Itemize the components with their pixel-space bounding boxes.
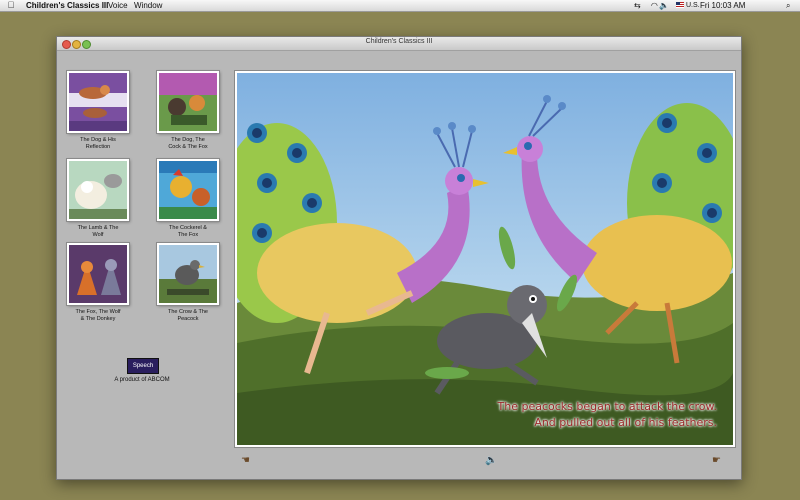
story-fox-wolf-donkey[interactable]: The Fox, The Wolf & The Donkey	[59, 243, 137, 323]
story-line-1: The peacocks began to attack the crow.	[497, 400, 717, 413]
previous-page-icon[interactable]: ☚	[241, 455, 250, 466]
menu-voice[interactable]: Voice	[108, 0, 128, 11]
story-label: The Fox, The Wolf & The Donkey	[75, 309, 121, 322]
volume-icon[interactable]: 🔈	[659, 0, 669, 11]
story-thumbnail[interactable]	[67, 243, 129, 305]
story-label: The Cockerel & The Fox	[169, 225, 207, 238]
next-page-icon[interactable]: ☛	[712, 455, 721, 466]
story-label: The Crow & The Peacock	[168, 309, 208, 322]
speech-logo: Speech	[127, 358, 159, 374]
story-thumbnail[interactable]	[67, 71, 129, 133]
illustration-artwork	[237, 73, 733, 445]
story-cockerel-fox[interactable]: The Cockerel & The Fox	[149, 159, 227, 239]
story-thumbnail[interactable]	[157, 71, 219, 133]
story-label: The Dog, The Cock & The Fox	[168, 137, 208, 150]
window-content: The Dog & His Reflection The Dog, The Co…	[57, 51, 741, 479]
locale-label[interactable]: U.S.	[686, 0, 700, 11]
story-line-2: And pulled out all of his feathers.	[534, 416, 717, 429]
apple-icon[interactable]: 	[6, 0, 16, 11]
story-dog-reflection[interactable]: The Dog & His Reflection	[59, 71, 137, 151]
title-bar[interactable]: Children's Classics III	[57, 37, 741, 51]
window-title: Children's Classics III	[365, 38, 433, 45]
story-label: The Dog & His Reflection	[80, 137, 116, 150]
clock[interactable]: Fri 10:03 AM	[700, 0, 745, 11]
menu-window[interactable]: Window	[134, 0, 162, 11]
status-icons[interactable]: ⇆ ◠	[634, 0, 662, 11]
spotlight-icon[interactable]: ⌕	[786, 0, 790, 11]
story-thumbnail[interactable]	[67, 159, 129, 221]
story-label: The Lamb & The Wolf	[77, 225, 119, 238]
story-thumbnail[interactable]	[157, 159, 219, 221]
story-crow-peacock[interactable]: The Crow & The Peacock	[149, 243, 227, 323]
story-lamb-wolf[interactable]: The Lamb & The Wolf	[59, 159, 137, 239]
app-window: Children's Classics III The Dog & His Re…	[56, 36, 742, 480]
us-flag-icon[interactable]	[676, 0, 684, 11]
sound-icon[interactable]: 🔈	[485, 455, 497, 466]
story-illustration: The peacocks began to attack the crow. A…	[235, 71, 735, 447]
menu-bar:  Children's Classics III Voice Window ⇆…	[0, 0, 800, 12]
story-caption: The peacocks began to attack the crow. A…	[498, 399, 717, 431]
product-credit: A product of ABCOM	[114, 377, 170, 383]
story-dog-cock-fox[interactable]: The Dog, The Cock & The Fox	[149, 71, 227, 151]
story-thumbnail[interactable]	[157, 243, 219, 305]
menu-app-name[interactable]: Children's Classics III	[26, 0, 108, 11]
